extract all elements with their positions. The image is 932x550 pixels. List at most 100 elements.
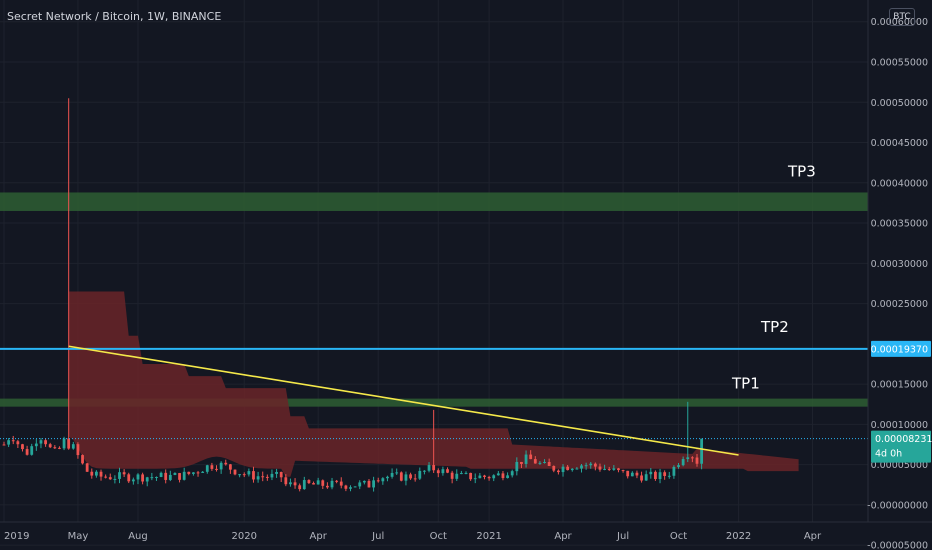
candle-body-81 [376, 480, 380, 482]
candle-body-150 [695, 457, 699, 464]
price-chart[interactable]: TP3TP2TP1 0.000600000.000550000.00050000… [0, 0, 932, 550]
candle-body-51 [238, 474, 242, 476]
candle-body-120 [557, 470, 560, 473]
candle-body-17 [81, 455, 84, 464]
candle-body-4 [21, 444, 24, 450]
candle-body-114 [529, 454, 533, 460]
candle-body-142 [658, 472, 662, 480]
candle-body-10 [48, 444, 52, 448]
candle-body-56 [261, 476, 265, 478]
candle-body-128 [593, 463, 597, 467]
candle-body-83 [386, 476, 389, 479]
candle-body-62 [289, 482, 292, 485]
candle-body-119 [552, 465, 556, 471]
candle-body-54 [252, 471, 255, 480]
candle-body-104 [483, 475, 486, 477]
candle-body-139 [644, 474, 648, 481]
candle-body-121 [561, 466, 565, 473]
candle-body-124 [575, 468, 579, 470]
currency-badge[interactable]: BTC [889, 8, 915, 26]
candle-body-126 [584, 465, 588, 467]
candle-body-7 [34, 443, 38, 447]
candle-body-108 [501, 473, 505, 479]
candle-body-100 [464, 472, 468, 474]
candle-body-131 [607, 468, 611, 470]
y-tick-label-11: -0.00000000 [867, 500, 928, 511]
candle-body-28 [131, 479, 135, 482]
candle-body-115 [533, 459, 537, 464]
x-tick-label-10: Oct [670, 531, 687, 542]
candle-body-35 [164, 472, 168, 480]
candle-body-136 [630, 472, 634, 477]
annotation-tp3: TP3 [787, 162, 816, 180]
candle-body-99 [459, 473, 463, 475]
candle-body-69 [321, 480, 325, 486]
x-tick-label-1: May [68, 531, 89, 542]
candle-body-109 [506, 475, 509, 479]
candle-body-2 [11, 440, 15, 442]
x-tick-label-7: 2021 [476, 531, 501, 542]
candle-body-65 [302, 480, 306, 490]
candle-body-24 [113, 478, 117, 480]
candle-body-48 [224, 462, 228, 465]
candle-body-96 [446, 469, 449, 473]
candle-body-32 [150, 477, 154, 479]
candle-body-36 [168, 474, 172, 480]
candle-body-9 [44, 440, 47, 445]
candle-body-57 [265, 476, 269, 478]
candle-body-111 [515, 461, 519, 472]
candle-body-80 [372, 480, 375, 488]
candle-body-11 [53, 447, 57, 449]
last-price-label: 0.00008231 [875, 434, 932, 445]
candle-body-77 [358, 482, 362, 487]
y-tick-label-5: 0.00035000 [871, 219, 928, 230]
candle-body-41 [192, 472, 195, 474]
candle-body-42 [196, 472, 200, 474]
candle-body-103 [478, 475, 482, 479]
candle-body-68 [316, 480, 320, 485]
x-tick-label-2: Aug [128, 531, 148, 542]
candle-body-25 [118, 472, 121, 479]
candle-body-21 [99, 471, 103, 477]
candle-body-73 [339, 481, 343, 486]
candle-body-61 [284, 477, 288, 485]
candle-body-133 [617, 468, 620, 471]
x-tick-label-0: 2019 [4, 531, 29, 542]
candle-body-44 [205, 465, 209, 472]
candle-body-15 [71, 444, 75, 449]
candle-body-45 [210, 465, 214, 469]
candle-body-105 [487, 476, 491, 479]
candle-body-116 [538, 462, 542, 464]
candle-body-88 [409, 474, 412, 479]
candle-body-14 [67, 438, 71, 449]
chart-stage: TP3 TP2 TP1 0.00060000 0.00055000 0.00050000… [0, 0, 932, 550]
candle-body-18 [85, 463, 89, 472]
x-tick-label-11: 2022 [726, 531, 751, 542]
candle-body-59 [275, 471, 278, 474]
candle-body-91 [423, 470, 426, 472]
x-tick-label-4: Apr [310, 531, 328, 542]
candle-body-49 [228, 464, 232, 470]
candle-body-92 [427, 465, 431, 471]
candle-body-40 [187, 471, 191, 474]
candle-body-132 [612, 468, 616, 470]
candle-body-43 [201, 471, 205, 473]
candle-body-125 [580, 465, 583, 469]
candle-body-64 [298, 485, 302, 490]
candle-body-29 [136, 474, 140, 480]
candle-body-138 [640, 475, 643, 481]
candle-body-50 [233, 469, 237, 475]
candle-body-101 [469, 472, 473, 480]
candle-body-19 [90, 471, 94, 476]
candle-body-112 [520, 461, 523, 464]
candle-body-34 [159, 472, 163, 478]
candle-body-107 [496, 473, 500, 476]
candle-body-20 [95, 471, 98, 476]
candle-body-55 [256, 476, 260, 480]
candle-body-26 [122, 472, 126, 475]
y-tick-label-12: -0.00005000 [867, 541, 928, 550]
y-tick-label-9: 0.00010000 [871, 420, 928, 431]
candle-body-135 [626, 470, 630, 477]
candle-body-58 [270, 473, 274, 478]
candle-body-39 [182, 471, 186, 480]
